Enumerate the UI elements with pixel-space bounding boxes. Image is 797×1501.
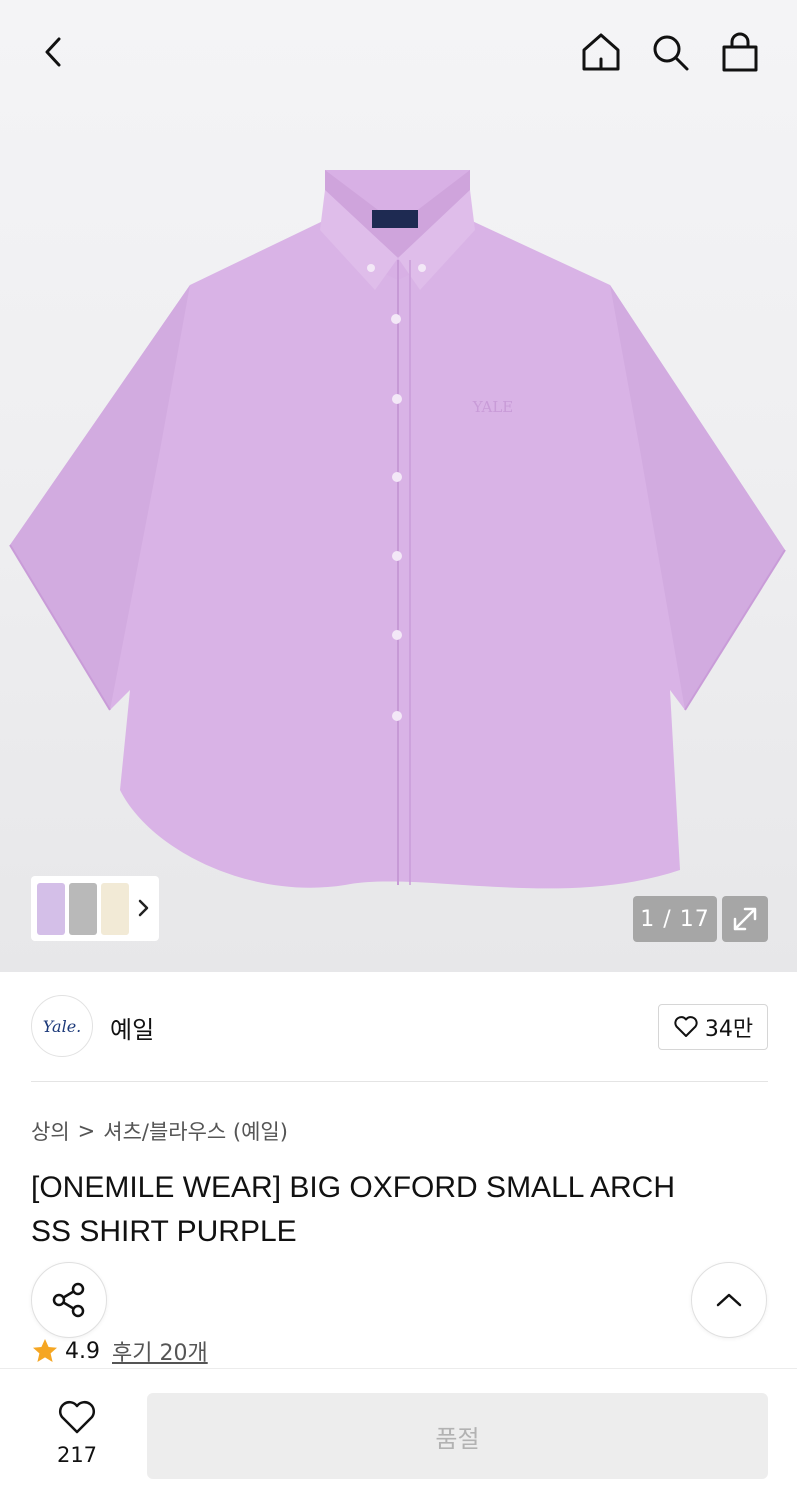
breadcrumb-separator: > — [77, 1119, 96, 1143]
expand-button[interactable] — [722, 896, 768, 942]
rating-value: 4.9 — [65, 1338, 100, 1364]
product-title-line2: SS SHIRT PURPLE — [31, 1215, 297, 1248]
heart-icon — [674, 1016, 698, 1037]
share-button[interactable] — [31, 1262, 107, 1338]
brand-row: Yale. 예일 34만 — [31, 995, 768, 1059]
brand-logo[interactable]: Yale. — [31, 995, 93, 1057]
product-title: [ONEMILE WEAR] BIG OXFORD SMALL ARCH SS … — [31, 1166, 771, 1254]
breadcrumb-subcategory[interactable]: 셔츠/블라우스 (예일) — [103, 1116, 288, 1146]
shopping-bag-icon — [722, 32, 758, 72]
product-image: YALE — [9, 170, 786, 889]
divider — [31, 1081, 768, 1082]
heart-icon — [59, 1401, 95, 1434]
chevron-up-icon — [716, 1293, 742, 1307]
chevron-left-icon — [45, 37, 61, 67]
thumbnail-gray[interactable] — [69, 883, 97, 935]
brand-like-button[interactable]: 34만 — [658, 1004, 768, 1050]
product-title-line1: [ONEMILE WEAR] BIG OXFORD SMALL ARCH — [31, 1171, 676, 1204]
thumbnail-strip[interactable] — [31, 876, 159, 941]
bottom-action-bar: 217 품절 — [0, 1368, 797, 1501]
brand-like-count: 34만 — [704, 1017, 754, 1042]
thumbnail-purple[interactable] — [37, 883, 65, 935]
image-counter: 1 / 17 — [633, 896, 717, 942]
chevron-right-icon[interactable] — [135, 898, 151, 918]
share-icon — [52, 1282, 85, 1318]
cart-button[interactable] — [714, 26, 766, 78]
home-button[interactable] — [575, 26, 627, 78]
rating-row: 4.9 후기 20개 — [31, 1335, 208, 1367]
search-button[interactable] — [644, 26, 696, 78]
breadcrumb-category[interactable]: 상의 — [31, 1116, 70, 1146]
review-count-link[interactable]: 후기 20개 — [112, 1335, 208, 1367]
expand-icon — [733, 907, 757, 931]
back-button[interactable] — [28, 26, 80, 78]
brand-name[interactable]: 예일 — [110, 1010, 154, 1045]
breadcrumb: 상의 > 셔츠/블라우스 (예일) — [31, 1116, 288, 1146]
soldout-button[interactable]: 품절 — [147, 1393, 768, 1479]
chest-logo: YALE — [472, 398, 513, 416]
thumbnail-cream[interactable] — [101, 883, 129, 935]
scroll-top-button[interactable] — [691, 1262, 767, 1338]
top-navigation — [0, 0, 797, 105]
search-icon — [653, 35, 689, 71]
home-icon — [582, 33, 620, 71]
wishlist-button[interactable]: 217 — [41, 1399, 113, 1467]
product-image-gallery[interactable]: YALE 1 / 17 — [0, 0, 797, 972]
star-icon — [33, 1339, 57, 1362]
wishlist-count: 217 — [56, 1443, 98, 1467]
